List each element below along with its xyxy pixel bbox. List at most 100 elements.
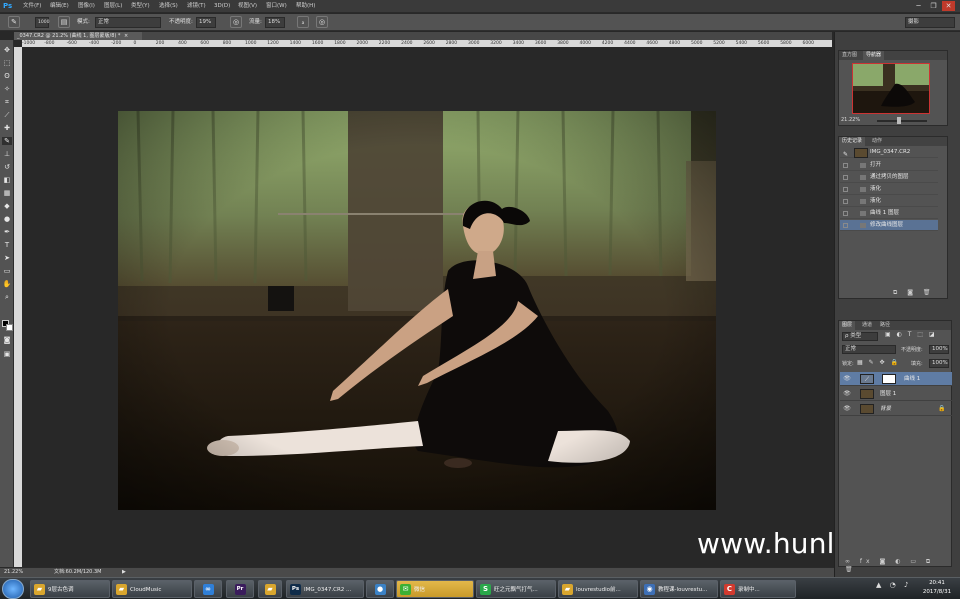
layer-row-layer1[interactable]: 👁 图层 1 xyxy=(840,387,952,401)
navigator-zoom-slider[interactable] xyxy=(877,120,927,122)
type-tool-icon[interactable]: T xyxy=(2,241,12,249)
menu-item[interactable]: 帮助(H) xyxy=(296,0,315,13)
tab-paths[interactable]: 路径 xyxy=(877,321,893,330)
taskbar-button[interactable]: ✉ 微信 xyxy=(396,580,474,598)
taskbar-button[interactable]: ∞ xyxy=(194,580,222,598)
menu-item[interactable]: 文件(F) xyxy=(23,0,41,13)
navigator-zoom[interactable]: 21.22% xyxy=(841,117,860,123)
history-source-checkbox[interactable] xyxy=(843,223,848,228)
tray-icons[interactable]: ▲ ◔ ♪ xyxy=(876,581,911,589)
taskbar-button[interactable]: ◉ 教程课-louvrestu... xyxy=(640,580,718,598)
brush-tool-icon[interactable]: ✎ xyxy=(8,16,20,28)
history-source-checkbox[interactable] xyxy=(843,211,848,216)
eyedropper-tool-icon[interactable]: ⟋ xyxy=(2,111,12,119)
flow-field[interactable]: 18% xyxy=(265,17,285,28)
taskbar-button[interactable]: S 旺之元飘气打气... xyxy=(476,580,556,598)
crop-tool-icon[interactable]: ⌗ xyxy=(2,98,12,106)
gradient-tool-icon[interactable]: ▦ xyxy=(2,189,12,197)
taskbar-button[interactable]: ▰ xyxy=(258,580,282,598)
path-select-tool-icon[interactable]: ➤ xyxy=(2,254,12,262)
background-color-swatch[interactable] xyxy=(6,324,13,331)
layer-opacity-field[interactable]: 100% xyxy=(929,345,949,354)
visibility-eye-icon[interactable]: 👁 xyxy=(843,375,851,383)
navigator-zoom-slider-thumb[interactable] xyxy=(897,117,901,124)
menu-item[interactable]: 类型(Y) xyxy=(131,0,150,13)
brush-panel-icon[interactable]: ▤ xyxy=(58,16,70,28)
clock-date[interactable]: 2017/8/31 xyxy=(918,589,956,595)
opacity-field[interactable]: 19% xyxy=(196,17,216,28)
layers-footer-icons[interactable]: ∞ fx ◙ ◐ ▭ ⧉ 🗑 xyxy=(845,558,951,573)
close-button[interactable]: ✕ xyxy=(942,1,955,11)
move-tool-icon[interactable]: ✥ xyxy=(2,46,12,54)
start-button-icon[interactable] xyxy=(2,579,24,599)
blur-tool-icon[interactable]: ◆ xyxy=(2,202,12,210)
taskbar-button[interactable]: ▰ louvrestudio前... xyxy=(558,580,638,598)
taskbar-button[interactable]: C 录制中... xyxy=(720,580,796,598)
brush-tool-icon[interactable]: ✎ xyxy=(2,137,12,145)
mode-select[interactable]: 正常 xyxy=(95,17,161,28)
quick-select-tool-icon[interactable]: ✧ xyxy=(2,85,12,93)
layer-mask-thumbnail[interactable] xyxy=(882,374,896,384)
taskbar-button[interactable]: ▰ 9层古色调 xyxy=(30,580,110,598)
document-tab-close-icon[interactable]: × xyxy=(124,33,128,39)
blend-mode-select[interactable]: 正常 xyxy=(842,345,896,354)
pressure-size-icon[interactable]: ◎ xyxy=(316,16,328,28)
menu-item[interactable]: 图层(L) xyxy=(104,0,122,13)
menu-item[interactable]: 窗口(W) xyxy=(266,0,287,13)
clock-time[interactable]: 20:41 xyxy=(920,580,954,586)
restore-button[interactable]: ❐ xyxy=(927,1,940,11)
layer-row-curves[interactable]: 👁 ⟋ 曲线 1 xyxy=(840,372,952,386)
layer-kind-filter[interactable]: ρ 类型 xyxy=(842,332,878,341)
menu-item[interactable]: 编辑(E) xyxy=(50,0,69,13)
quick-mask-icon[interactable]: ◙ xyxy=(2,336,12,344)
healing-tool-icon[interactable]: ✚ xyxy=(2,124,12,132)
dodge-tool-icon[interactable]: ● xyxy=(2,215,12,223)
history-step[interactable]: 液化 xyxy=(840,196,938,207)
workspace-select[interactable]: 摄影 xyxy=(905,17,955,28)
history-step[interactable]: 修改曲线图层 xyxy=(840,220,938,231)
taskbar-button[interactable]: ▰ CloudMusic xyxy=(112,580,192,598)
taskbar-button[interactable]: Ps IMG_0347.CR2 ... xyxy=(286,580,364,598)
tab-histogram[interactable]: 直方图 xyxy=(839,51,860,60)
status-menu-arrow-icon[interactable]: ▶ xyxy=(122,568,126,577)
document-image[interactable] xyxy=(118,111,716,510)
layer-row-background[interactable]: 👁 背景 🔒 xyxy=(840,402,952,416)
document-tab[interactable]: _0347.CR2 @ 21.2% (曲线 1, 图层蒙版/8) * × xyxy=(14,32,142,40)
history-snapshot[interactable]: ✎ IMG_0347.CR2 xyxy=(840,147,938,158)
eraser-tool-icon[interactable]: ◧ xyxy=(2,176,12,184)
pressure-opacity-icon[interactable]: ◎ xyxy=(230,16,242,28)
tab-layers[interactable]: 图层 xyxy=(839,321,856,330)
pen-tool-icon[interactable]: ✒ xyxy=(2,228,12,236)
airbrush-icon[interactable]: ₐ xyxy=(297,16,309,28)
taskbar-button[interactable]: Pr xyxy=(226,580,254,598)
fill-field[interactable]: 100% xyxy=(929,359,949,368)
tab-actions[interactable]: 动作 xyxy=(869,137,885,146)
visibility-eye-icon[interactable]: 👁 xyxy=(843,405,851,413)
lasso-tool-icon[interactable]: ʘ xyxy=(2,72,12,80)
history-source-checkbox[interactable] xyxy=(843,175,848,180)
marquee-tool-icon[interactable]: ⬚ xyxy=(2,59,12,67)
history-source-checkbox[interactable] xyxy=(843,163,848,168)
history-source-checkbox[interactable] xyxy=(843,199,848,204)
menu-item[interactable]: 选择(S) xyxy=(159,0,178,13)
history-step[interactable]: 液化 xyxy=(840,184,938,195)
menu-item[interactable]: 图像(I) xyxy=(78,0,95,13)
history-footer-icons[interactable]: ⧉ ◙ 🗑 xyxy=(893,289,935,297)
history-step[interactable]: 曲线 1 图层 xyxy=(840,208,938,219)
minimize-button[interactable]: ─ xyxy=(912,1,925,11)
navigator-preview[interactable] xyxy=(852,63,930,114)
lock-icons[interactable]: ▦ ✎ ✥ 🔒 xyxy=(857,359,900,366)
menu-item[interactable]: 3D(D) xyxy=(214,0,230,13)
history-step[interactable]: 通过拷贝的图层 xyxy=(840,172,938,183)
stamp-tool-icon[interactable]: ⊥ xyxy=(2,150,12,158)
tab-history[interactable]: 历史记录 xyxy=(839,137,866,146)
tab-channels[interactable]: 通道 xyxy=(859,321,875,330)
hand-tool-icon[interactable]: ✋ xyxy=(2,280,12,288)
shape-tool-icon[interactable]: ▭ xyxy=(2,267,12,275)
zoom-tool-icon[interactable]: ⌕ xyxy=(2,293,12,301)
visibility-eye-icon[interactable]: 👁 xyxy=(843,390,851,398)
layer-filter-icons[interactable]: ▣ ◐ T ⬚ ◪ xyxy=(885,331,937,338)
taskbar-button[interactable]: ● xyxy=(366,580,394,598)
tab-navigator[interactable]: 导航器 xyxy=(863,51,885,60)
menu-item[interactable]: 视图(V) xyxy=(238,0,257,13)
